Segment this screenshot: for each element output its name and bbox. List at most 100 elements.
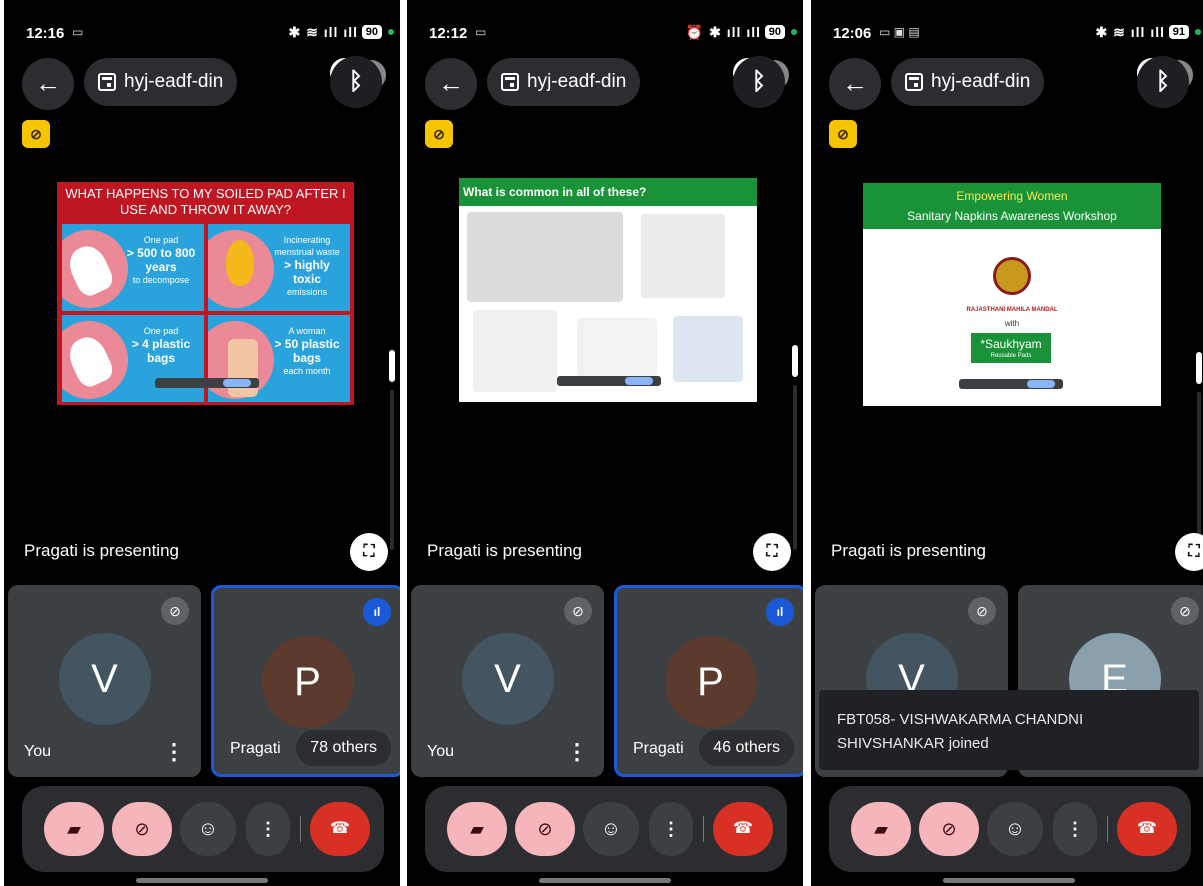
participant-name: You <box>24 743 51 760</box>
fullscreen-button[interactable]: ⛶ <box>753 533 791 571</box>
participant-name: Pragati <box>633 740 684 757</box>
slide-cell: One pad > 4 plastic bags <box>62 315 204 402</box>
scrollbar-track[interactable] <box>390 390 394 550</box>
back-button[interactable]: ← <box>425 58 477 110</box>
record-icon: ▭ <box>72 25 84 39</box>
scrollbar-thumb[interactable] <box>1196 352 1202 384</box>
bluetooth-button[interactable]: ᛒ <box>1137 56 1189 108</box>
slide-title: What is common in all of these? <box>459 178 757 206</box>
others-count-button[interactable]: 78 others <box>296 730 391 766</box>
org-emblem-icon <box>993 257 1031 295</box>
back-button[interactable]: ← <box>22 58 74 110</box>
bluetooth-button[interactable]: ᛒ <box>330 56 382 108</box>
gesture-handle[interactable] <box>539 878 671 883</box>
gesture-handle[interactable] <box>136 878 268 883</box>
signal-icons: ✱ ≋ ıll ıll <box>1095 24 1165 40</box>
presentation-slide: What is common in all of these? <box>459 178 757 402</box>
signal-icons: ⏰ ✱ ıll ıll <box>685 24 761 40</box>
with-label: with <box>1004 319 1020 328</box>
avatar: V <box>58 633 151 725</box>
slide-subtitle: Sanitary Napkins Awareness Workshop <box>907 209 1117 223</box>
meeting-code-chip[interactable]: hyj-eadf-din <box>487 58 641 106</box>
avatar: V <box>461 633 554 725</box>
others-count-button[interactable]: 46 others <box>699 730 794 766</box>
scrollbar-thumb[interactable] <box>792 345 798 377</box>
avatar: P <box>261 636 354 728</box>
end-call-button[interactable]: ☎ <box>713 802 773 856</box>
more-options-button[interactable]: ⋮ <box>246 802 290 856</box>
camera-off-button[interactable]: ▰ <box>447 802 507 856</box>
participant-tile-presenter[interactable]: ıl P Pragati 78 others <box>211 585 400 777</box>
speaking-indicator-icon: ıl <box>363 598 391 626</box>
mic-off-button[interactable]: ⊘ <box>515 802 575 856</box>
camera-disabled-badge: ⊘ <box>425 120 453 148</box>
participant-name: You <box>427 743 454 760</box>
meeting-code-chip[interactable]: hyj-eadf-din <box>891 58 1045 106</box>
stop-sharing-button <box>625 377 653 385</box>
slide-title: WHAT HAPPENS TO MY SOILED PAD AFTER I US… <box>65 186 346 217</box>
participant-tile-self[interactable]: ⊘ V You ⋮ <box>8 585 201 777</box>
meeting-code: hyj-eadf-din <box>527 71 627 92</box>
diaper-image <box>673 316 743 382</box>
more-options-icon[interactable]: ⋮ <box>163 739 185 765</box>
slide-cell: A woman > 50 plastic bags each month <box>208 315 350 402</box>
status-time: 12:12 <box>429 25 468 42</box>
camera-off-button[interactable]: ▰ <box>44 802 104 856</box>
mic-off-icon: ⊘ <box>564 597 592 625</box>
meeting-code-chip[interactable]: hyj-eadf-din <box>84 58 238 106</box>
mic-off-button[interactable]: ⊘ <box>112 802 172 856</box>
camera-off-button[interactable]: ▰ <box>851 802 911 856</box>
participant-name: Pragati <box>230 740 281 757</box>
brand-name: *Saukhyam <box>980 337 1042 351</box>
scrollbar-track[interactable] <box>1197 392 1201 550</box>
more-options-icon[interactable]: ⋮ <box>566 739 588 765</box>
scrollbar-track[interactable] <box>793 385 797 550</box>
battery-level: 90 <box>361 25 382 39</box>
phone-screen-1: 12:16 ▭ ✱ ≋ ıll ıll 90 ← hyj-eadf-din ᛒ … <box>4 0 400 886</box>
signal-icons: ✱ ≋ ıll ıll <box>288 24 358 40</box>
back-button[interactable]: ← <box>829 58 881 110</box>
fullscreen-button[interactable]: ⛶ <box>1175 533 1203 571</box>
participant-tile-self[interactable]: ⊘ V You ⋮ <box>411 585 604 777</box>
paper-cups-image <box>473 310 557 392</box>
status-bar: 12:06 ▭ ▣ ▤ ✱ ≋ ıll ıll 91 <box>811 0 1203 56</box>
end-call-button[interactable]: ☎ <box>1117 802 1177 856</box>
join-notification-toast: FBT058- VISHWAKARMA CHANDNI SHIVSHANKAR … <box>819 690 1199 770</box>
emoji-button[interactable]: ☺ <box>180 802 236 856</box>
flame-icon <box>226 240 254 286</box>
more-options-button[interactable]: ⋮ <box>649 802 693 856</box>
call-controls: ▰ ⊘ ☺ ⋮ ☎ <box>829 786 1191 872</box>
scrollbar-thumb[interactable] <box>389 350 395 382</box>
fullscreen-button[interactable]: ⛶ <box>350 533 388 571</box>
privacy-dot <box>388 29 394 35</box>
presentation-slide: WHAT HAPPENS TO MY SOILED PAD AFTER I US… <box>57 182 354 405</box>
screen-share-bar <box>155 378 259 388</box>
bluetooth-button[interactable]: ᛒ <box>733 56 785 108</box>
status-bar: 12:16 ▭ ✱ ≋ ıll ıll 90 <box>4 0 400 56</box>
record-icon: ▭ <box>475 25 487 39</box>
status-time: 12:16 <box>26 25 65 42</box>
emoji-button[interactable]: ☺ <box>583 802 639 856</box>
emoji-button[interactable]: ☺ <box>987 802 1043 856</box>
divider <box>703 816 704 842</box>
call-controls: ▰ ⊘ ☺ ⋮ ☎ <box>425 786 787 872</box>
more-options-button[interactable]: ⋮ <box>1053 802 1097 856</box>
calendar-icon <box>98 73 116 91</box>
divider <box>1107 816 1108 842</box>
screen-share-bar <box>959 379 1063 389</box>
stop-sharing-button <box>223 379 251 387</box>
gesture-handle[interactable] <box>943 878 1075 883</box>
tissue-stack-image <box>641 214 725 298</box>
mic-off-button[interactable]: ⊘ <box>919 802 979 856</box>
end-call-button[interactable]: ☎ <box>310 802 370 856</box>
meeting-code: hyj-eadf-din <box>124 71 224 92</box>
camera-disabled-badge: ⊘ <box>22 120 50 148</box>
plastic-bags-image <box>577 318 657 378</box>
mic-off-icon: ⊘ <box>161 597 189 625</box>
screen-share-bar <box>557 376 661 386</box>
record-icon: ▭ ▣ ▤ <box>879 25 920 39</box>
participant-tile-presenter[interactable]: ıl P Pragati 46 others <box>614 585 803 777</box>
mic-off-icon: ⊘ <box>968 597 996 625</box>
org-name: RAJASTHANI MAHILA MANDAL <box>966 307 1058 313</box>
disposable-plates-image <box>467 212 623 302</box>
